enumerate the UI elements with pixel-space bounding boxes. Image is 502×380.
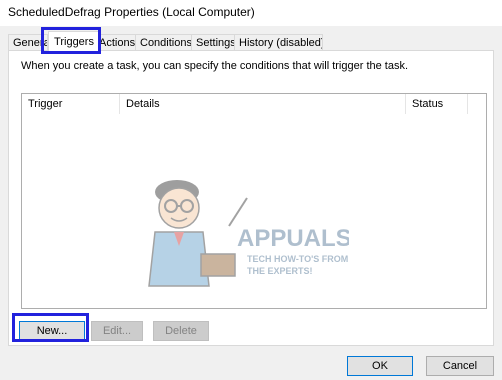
tab-label: Actions [99,37,136,49]
appuals-watermark-logo: APPUALS TECH HOW-TO'S FROM THE EXPERTS! [148,180,349,287]
watermark-tagline-2: THE EXPERTS! [247,266,313,276]
watermark-brand: APPUALS [237,225,349,252]
column-header-details[interactable]: Details [120,94,406,114]
tab-label: General [13,37,47,49]
button-label: New... [36,325,68,337]
new-trigger-button[interactable]: New... [19,321,85,341]
tab-settings[interactable]: Settings [191,34,239,51]
tab-history[interactable]: History (disabled) [234,34,323,51]
mascot-icon [148,180,248,287]
tab-label: History (disabled) [239,37,323,49]
tab-label: Triggers [54,36,94,48]
tab-label: Conditions [140,37,192,49]
panel-description: When you create a task, you can specify … [21,60,409,72]
tab-label: Settings [196,37,236,49]
button-label: Cancel [442,360,478,372]
button-label: OK [372,360,388,372]
column-header-trigger[interactable]: Trigger [22,94,120,114]
tab-triggers[interactable]: Triggers [48,31,100,52]
tab-conditions[interactable]: Conditions [135,34,196,51]
tab-general[interactable]: General [8,34,48,51]
title-bar[interactable]: ScheduledDefrag Properties (Local Comput… [0,0,502,26]
button-label: Delete [165,325,197,337]
delete-trigger-button[interactable]: Delete [153,321,209,341]
triggers-panel: When you create a task, you can specify … [8,50,494,346]
cancel-button[interactable]: Cancel [426,356,494,376]
window-title: ScheduledDefrag Properties (Local Comput… [8,5,255,19]
watermark-tagline-1: TECH HOW-TO'S FROM [247,254,348,264]
ok-button[interactable]: OK [347,356,413,376]
button-label: Edit... [102,325,132,337]
tab-actions[interactable]: Actions [94,34,138,51]
edit-trigger-button[interactable]: Edit... [91,321,143,341]
column-header-status[interactable]: Status [406,94,468,114]
